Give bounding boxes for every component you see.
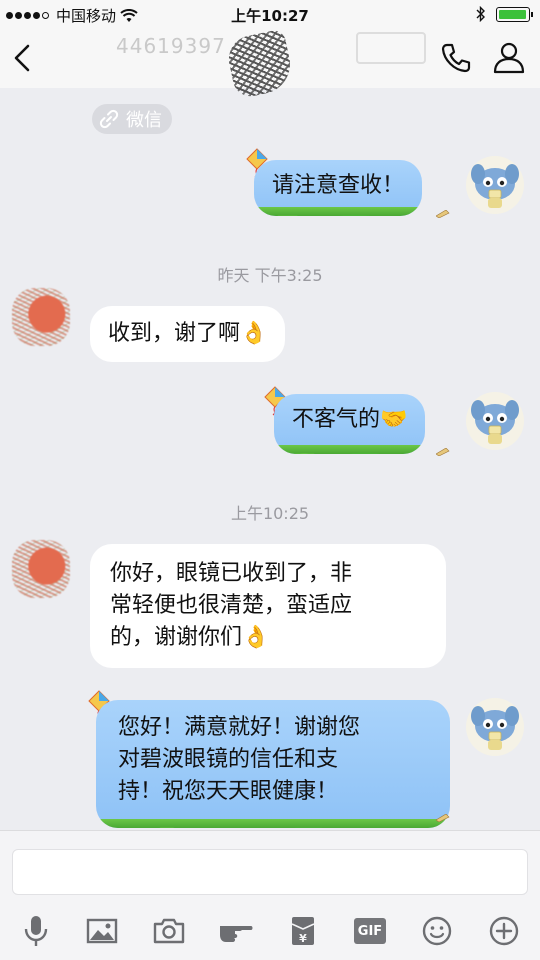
contact-title-card: 44619397 <box>90 28 450 100</box>
pencil-decoration-icon <box>436 210 450 218</box>
profile-button[interactable] <box>490 38 528 76</box>
microphone-icon <box>24 916 48 946</box>
contact-avatar[interactable] <box>12 540 70 598</box>
photo-button[interactable] <box>80 909 124 953</box>
link-chip[interactable]: 微信 <box>92 104 172 134</box>
back-button[interactable] <box>6 36 46 80</box>
gif-icon: GIF <box>354 918 386 944</box>
contact-tag <box>356 32 426 64</box>
camera-button[interactable] <box>147 909 191 953</box>
poke-button[interactable] <box>214 909 258 953</box>
my-avatar[interactable] <box>466 156 524 214</box>
status-bar: 中国移动 上午10:27 <box>0 0 540 28</box>
battery-icon <box>496 6 533 22</box>
message-line: 您好！满意就好！谢谢您 <box>118 715 361 740</box>
my-avatar[interactable] <box>466 392 524 450</box>
message-line: 常轻便也很清楚，蛮适应 <box>110 593 353 618</box>
link-chip-label: 微信 <box>126 110 162 131</box>
contact-id-fragment: 44619397 <box>116 34 226 58</box>
emoji-button[interactable] <box>415 909 459 953</box>
message-line: 对碧波眼镜的信任和支 <box>118 747 339 772</box>
handshake-emoji: 🤝 <box>380 407 408 432</box>
message-text: 请注意查收！ <box>272 173 405 198</box>
message-bubble-outgoing[interactable]: 不客气的🤝 <box>274 394 426 454</box>
hand-pointer-icon <box>220 926 253 942</box>
timestamp-separator: 上午10:25 <box>230 504 310 523</box>
input-toolbar: ¥ GIF <box>0 909 540 960</box>
pencil-decoration-icon <box>436 448 450 456</box>
message-bubble-incoming[interactable]: 你好，眼镜已收到了，非 常轻便也很清楚，蛮适应 的，谢谢你们👌 <box>90 544 446 668</box>
contact-avatar[interactable] <box>12 288 70 346</box>
message-line: 你好，眼镜已收到了，非 <box>110 561 353 586</box>
message-line-last: 的，谢谢你们👌 <box>110 625 270 650</box>
red-packet-button[interactable]: ¥ <box>281 909 325 953</box>
battery-level <box>499 9 526 19</box>
message-bubble-incoming[interactable]: 收到，谢了啊👌 <box>90 306 286 362</box>
camera-icon <box>153 918 185 944</box>
phone-icon <box>441 43 471 73</box>
gif-button[interactable]: GIF <box>348 909 392 953</box>
emoji-icon <box>422 916 452 946</box>
message-bubble-outgoing[interactable]: 您好！满意就好！谢谢您 对碧波眼镜的信任和支 持！祝您天天眼健康！ <box>96 700 450 828</box>
more-button[interactable] <box>482 909 526 953</box>
call-button[interactable] <box>438 40 474 76</box>
my-avatar[interactable] <box>466 698 524 756</box>
message-bubble-outgoing[interactable]: 请注意查收！ <box>254 160 423 216</box>
input-area: ¥ GIF <box>0 830 540 960</box>
ok-hand-emoji: 👌 <box>242 625 270 650</box>
timestamp-separator: 昨天 下午3:25 <box>217 266 323 285</box>
chat-message-list[interactable]: 微信 请注意查收！ 昨天 下午3:25 收到，谢了啊👌 不客气的🤝 上午10:2… <box>0 88 540 830</box>
voice-button[interactable] <box>14 909 58 953</box>
cartoon-rabbit-avatar-icon <box>471 706 519 750</box>
plus-icon <box>489 916 519 946</box>
message-line: 持！祝您天天眼健康！ <box>118 779 339 804</box>
cartoon-rabbit-avatar-icon <box>471 400 519 444</box>
status-time: 上午10:27 <box>231 7 309 25</box>
status-right <box>476 6 533 22</box>
image-icon <box>86 918 118 944</box>
message-input[interactable] <box>12 849 528 895</box>
bluetooth-icon <box>476 6 485 22</box>
pencil-decoration-icon <box>436 814 450 822</box>
red-packet-icon: ¥ <box>291 917 315 945</box>
cartoon-rabbit-avatar-icon <box>471 164 519 208</box>
chat-header: 44619397 <box>0 28 540 100</box>
person-icon <box>493 42 525 74</box>
link-icon <box>99 109 119 129</box>
message-text: 不客气的 <box>292 407 381 432</box>
message-text: 收到，谢了啊 <box>108 321 241 346</box>
svg-text:¥: ¥ <box>299 932 307 945</box>
ok-hand-emoji: 👌 <box>240 321 268 346</box>
chevron-left-icon <box>14 44 30 72</box>
